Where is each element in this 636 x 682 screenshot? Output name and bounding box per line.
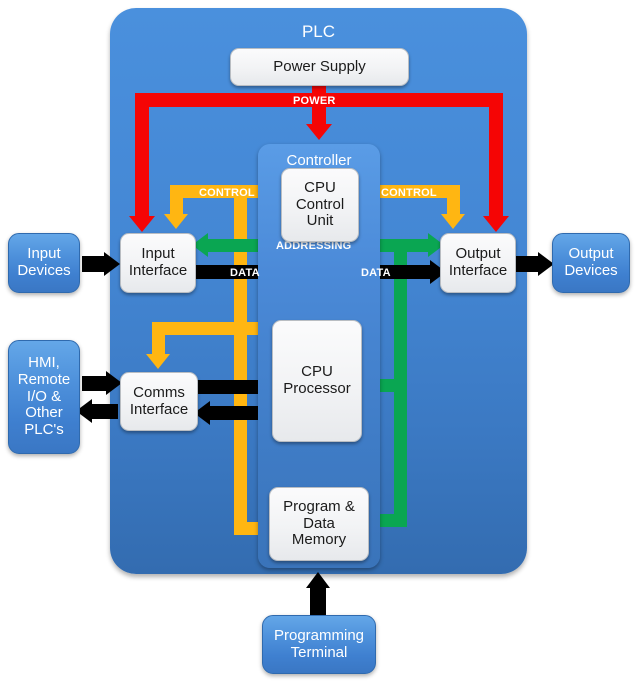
control-bus-vertical-spine bbox=[234, 185, 247, 535]
output-interface-label: Output Interface bbox=[448, 245, 508, 279]
cpu-control-unit-label: CPU Control Unit bbox=[295, 178, 345, 230]
power-bus-drop-left bbox=[135, 99, 149, 217]
cpu-processor-box[interactable]: CPU Processor bbox=[272, 320, 362, 442]
plc-enclosure-label: PLC bbox=[301, 22, 336, 41]
input-interface-label: Input Interface bbox=[128, 245, 188, 279]
programming-terminal-label: Programming Terminal bbox=[273, 626, 365, 661]
control-bus-drop-input-interface bbox=[170, 185, 183, 215]
program-data-memory-box[interactable]: Program & Data Memory bbox=[269, 487, 369, 561]
control-bus-drop-output-interface bbox=[447, 185, 460, 215]
programming-terminal-box[interactable]: Programming Terminal bbox=[262, 615, 376, 674]
data-bus-comms-to-cpu bbox=[196, 380, 260, 394]
programming-terminal-arrow bbox=[306, 572, 330, 588]
output-devices-link bbox=[514, 256, 540, 272]
hmi-to-comms-link bbox=[82, 376, 108, 391]
data-bus-label-left: DATA bbox=[230, 267, 260, 279]
output-devices-box[interactable]: Output Devices bbox=[552, 233, 630, 293]
power-bus-arrow-input-interface bbox=[129, 216, 155, 232]
comms-to-hmi-link bbox=[92, 404, 118, 419]
program-data-memory-label: Program & Data Memory bbox=[283, 497, 355, 549]
diagram-canvas: PLC Controller POWER CONTROL CONTROL ADD… bbox=[0, 0, 636, 682]
programming-terminal-link bbox=[310, 588, 326, 618]
input-devices-link bbox=[82, 256, 106, 272]
addressing-bus-branch-cpu bbox=[380, 379, 400, 392]
hmi-remote-io-label: HMI, Remote I/O & Other PLC's bbox=[17, 353, 71, 439]
cpu-processor-label: CPU Processor bbox=[283, 363, 351, 397]
power-supply-label: Power Supply bbox=[273, 57, 366, 75]
comms-interface-box[interactable]: Comms Interface bbox=[120, 372, 198, 431]
power-bus-arrow-output-interface bbox=[483, 216, 509, 232]
control-bus-arrow-comms-interface bbox=[146, 354, 170, 369]
input-devices-arrow bbox=[104, 252, 120, 276]
power-bus-label: POWER bbox=[293, 95, 336, 107]
output-interface-box[interactable]: Output Interface bbox=[440, 233, 516, 293]
control-bus-arrow-input-interface bbox=[164, 214, 188, 229]
input-interface-box[interactable]: Input Interface bbox=[120, 233, 196, 293]
hmi-remote-io-box[interactable]: HMI, Remote I/O & Other PLC's bbox=[8, 340, 80, 454]
comms-interface-label: Comms Interface bbox=[129, 383, 189, 418]
cpu-control-unit-box[interactable]: CPU Control Unit bbox=[281, 168, 359, 242]
control-bus-branch-comms-vertical bbox=[152, 322, 165, 355]
control-bus-branch-comms-horizontal bbox=[152, 322, 242, 335]
input-devices-box[interactable]: Input Devices bbox=[8, 233, 80, 293]
control-bus-label-left: CONTROL bbox=[199, 187, 255, 199]
control-bus-arrow-output-interface bbox=[441, 214, 465, 229]
output-devices-label: Output Devices bbox=[564, 245, 618, 279]
power-supply-box[interactable]: Power Supply bbox=[230, 48, 409, 86]
power-bus-drop-right bbox=[489, 99, 503, 217]
control-bus-label-right: CONTROL bbox=[381, 187, 437, 199]
input-devices-label: Input Devices bbox=[17, 245, 71, 279]
controller-enclosure-label: Controller bbox=[286, 152, 352, 169]
power-bus-arrow-controller bbox=[306, 124, 332, 140]
data-bus-label-right: DATA bbox=[361, 267, 391, 279]
